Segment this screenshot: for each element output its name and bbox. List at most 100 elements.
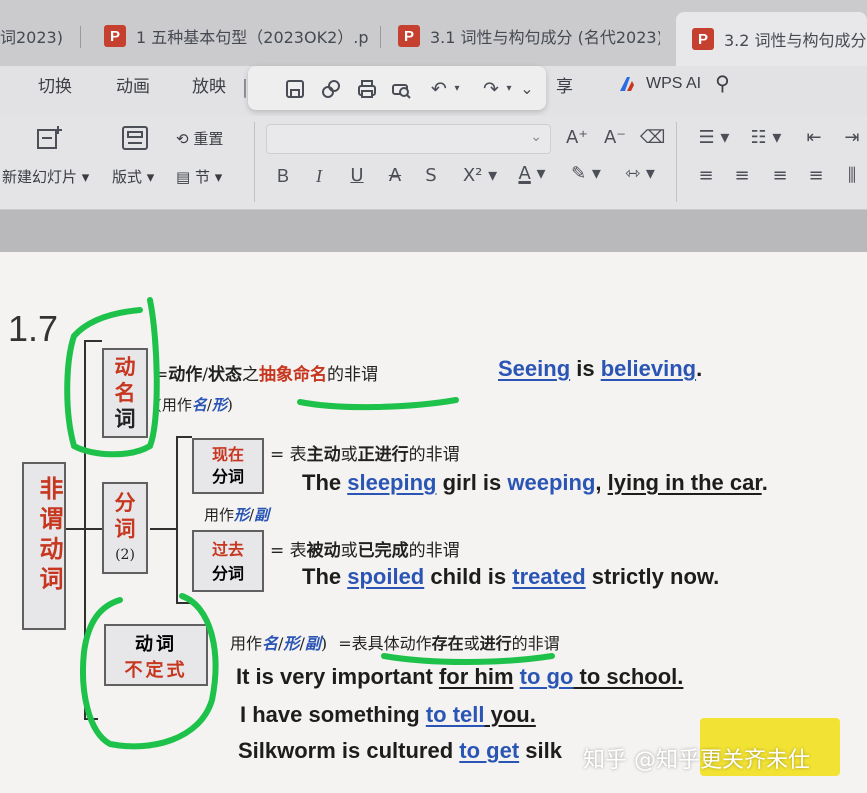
underline-icon[interactable]: U bbox=[348, 166, 366, 186]
new-slide-button[interactable]: 新建幻灯片 ▾ bbox=[2, 166, 89, 187]
ribbon-tab-animation[interactable]: 动画 bbox=[116, 72, 150, 97]
justify-icon[interactable]: ≡ bbox=[806, 166, 826, 186]
participle-label-line: 词 bbox=[114, 516, 136, 541]
print-icon[interactable] bbox=[356, 78, 378, 100]
section-button[interactable]: ▤ 节 ▾ bbox=[176, 166, 222, 187]
example-word: It is very important bbox=[236, 664, 439, 689]
usage-part: 用作 bbox=[230, 634, 263, 653]
def-part: 动作 bbox=[168, 365, 203, 385]
align-left-icon[interactable]: ≡ bbox=[696, 166, 716, 186]
present-participle-definition: = 表主动或正进行的非谓 bbox=[270, 440, 460, 465]
def-part-highlight: 抽象命名 bbox=[258, 365, 327, 385]
non-finite-verb-label: 非谓动词 bbox=[35, 476, 64, 596]
wps-ai-logo-icon bbox=[620, 76, 634, 91]
increase-font-size-icon[interactable]: A⁺ bbox=[566, 128, 588, 148]
doc-tab-2[interactable]: P 3.1 词性与构句成分 (名代2023) bbox=[398, 14, 660, 58]
char-spacing-button[interactable]: ⇿ ▾ bbox=[620, 164, 660, 184]
example-word-underlined: for him bbox=[438, 664, 514, 689]
def-part: 的非谓 bbox=[511, 634, 560, 653]
infinitive-label-line: 不定式 bbox=[124, 660, 188, 681]
numbered-list-button[interactable]: ☷ ▾ bbox=[748, 128, 784, 148]
doc-tab-0[interactable]: 词2023) bbox=[0, 14, 72, 58]
presentation-file-icon: P bbox=[398, 25, 420, 47]
def-part: 主动 bbox=[306, 445, 341, 465]
past-participle-label-line: 分词 bbox=[211, 564, 244, 583]
highlight-button[interactable]: ✎ ▾ bbox=[566, 164, 606, 184]
infinitive-label-line: 动词 bbox=[135, 634, 177, 655]
def-part: 状态 bbox=[207, 365, 242, 385]
decrease-font-size-icon[interactable]: A⁻ bbox=[604, 128, 626, 148]
doc-tab-3-active[interactable]: P 3.2 词性与构句成分 ( bbox=[676, 12, 867, 66]
usage-part: (用作 bbox=[156, 396, 192, 414]
reset-button[interactable]: ⟲ 重置 bbox=[176, 128, 223, 149]
example-word-highlight: treated bbox=[512, 564, 586, 589]
more-chevron-down-icon[interactable]: ⌄ bbox=[516, 78, 538, 100]
def-part: 正进行 bbox=[357, 445, 409, 465]
example-word-underlined: lying in the car bbox=[607, 470, 762, 495]
doc-tab-1[interactable]: P 1 五种基本句型（2023OK2）.p bbox=[104, 14, 372, 58]
superscript-label: X² bbox=[462, 165, 483, 186]
example-word-underlined: to school. bbox=[573, 664, 684, 689]
document-tab-bar: 词2023) P 1 五种基本句型（2023OK2）.p P 3.1 词性与构句… bbox=[0, 0, 867, 66]
decrease-indent-icon[interactable]: ⇤ bbox=[804, 128, 824, 148]
print-preview-icon[interactable] bbox=[390, 78, 412, 100]
example-word-highlight: Seeing bbox=[498, 356, 571, 381]
zhihu-watermark: 知乎 @知乎更关齐未仕 bbox=[583, 748, 810, 773]
example-word-highlight: spoiled bbox=[347, 564, 425, 589]
reset-label: 重置 bbox=[193, 130, 224, 148]
example-word-underlined: you. bbox=[484, 702, 536, 727]
example-word: strictly now. bbox=[585, 564, 720, 589]
example-word: . bbox=[761, 470, 768, 495]
align-right-icon[interactable]: ≡ bbox=[770, 166, 790, 186]
layout-label: 版式 bbox=[112, 168, 143, 186]
italic-icon[interactable]: I bbox=[310, 166, 328, 186]
usage-part: 副 bbox=[304, 634, 321, 653]
strikethrough-icon[interactable]: A bbox=[386, 166, 404, 186]
shadow-text-icon[interactable]: S bbox=[422, 166, 440, 186]
past-participle-label-line: 过去 bbox=[211, 540, 244, 559]
def-part: = 表 bbox=[270, 445, 307, 465]
usage-part: ) bbox=[320, 634, 328, 653]
new-slide-icon[interactable] bbox=[34, 124, 64, 152]
doc-tab-label: 词2023) bbox=[0, 28, 63, 47]
drag-handle-icon: | bbox=[241, 76, 249, 98]
ribbon-tab-slideshow[interactable]: 放映 bbox=[192, 72, 226, 97]
new-slide-label: 新建幻灯片 bbox=[2, 168, 78, 186]
present-participle-box: 现在 分词 bbox=[192, 438, 264, 494]
gerund-usage: (用作名/形) bbox=[156, 394, 233, 415]
participle-usage: 用作形/副 bbox=[204, 504, 269, 525]
gerund-label-line: 词 bbox=[114, 406, 136, 431]
layout-button[interactable]: 版式 ▾ bbox=[112, 166, 154, 187]
increase-indent-icon[interactable]: ⇥ bbox=[842, 128, 862, 148]
wps-ai-button[interactable]: WPS AI ⚲ bbox=[618, 71, 730, 96]
example-word: , bbox=[595, 470, 608, 495]
clear-format-eraser-icon[interactable]: ⌫ bbox=[640, 128, 665, 148]
link-icon[interactable] bbox=[320, 78, 342, 100]
align-center-icon[interactable]: ≡ bbox=[732, 166, 752, 186]
undo-dropdown-icon[interactable]: ▾ bbox=[446, 78, 468, 100]
def-part: 之 bbox=[241, 365, 259, 385]
superscript-button[interactable]: X² ▾ bbox=[462, 166, 498, 186]
numbered-list-icon: ☷ bbox=[750, 127, 767, 148]
search-icon[interactable]: ⚲ bbox=[715, 71, 730, 96]
usage-part: 名 bbox=[262, 634, 279, 653]
layout-icon[interactable] bbox=[120, 124, 150, 152]
bullet-list-button[interactable]: ☰ ▾ bbox=[696, 128, 732, 148]
distributed-align-icon[interactable]: ⫼ bbox=[842, 166, 862, 186]
presentation-file-icon: P bbox=[692, 28, 714, 50]
usage-part: 形 bbox=[283, 634, 300, 653]
def-part: 或 bbox=[340, 541, 358, 561]
font-name-dropdown[interactable]: ⌄ bbox=[266, 124, 551, 154]
past-participle-box: 过去 分词 bbox=[192, 530, 264, 592]
ribbon-tab-share[interactable]: 享 bbox=[556, 72, 573, 97]
usage-part: 形 bbox=[234, 506, 250, 524]
usage-part: 形 bbox=[211, 396, 227, 414]
ribbon-tab-transition[interactable]: 切换 bbox=[38, 72, 72, 97]
save-icon[interactable] bbox=[284, 78, 306, 100]
tab-separator bbox=[80, 26, 81, 48]
bold-icon[interactable]: B bbox=[274, 166, 292, 186]
gerund-definition: =动作/状态之抽象命名的非谓 bbox=[154, 360, 378, 385]
chevron-down-icon: ⌄ bbox=[530, 129, 542, 145]
usage-part: 用作 bbox=[204, 506, 235, 524]
font-color-button[interactable]: A ▾ bbox=[514, 164, 550, 184]
